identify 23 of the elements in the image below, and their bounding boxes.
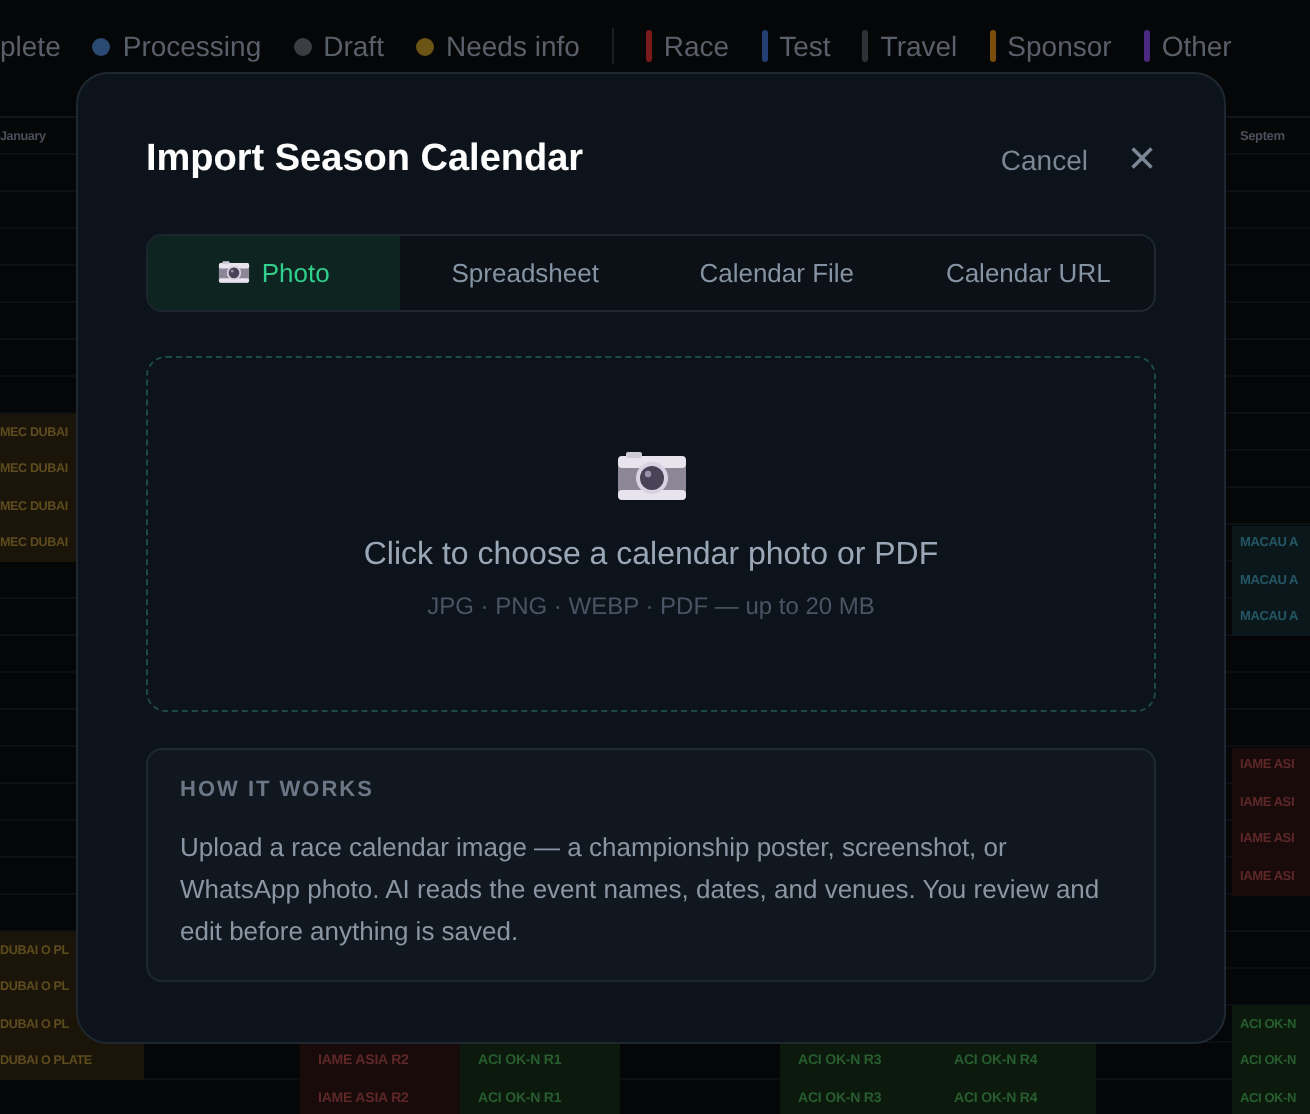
camera-icon — [217, 260, 250, 285]
close-button[interactable]: × — [1127, 135, 1156, 184]
legend-label: Travel — [880, 30, 958, 62]
format-hint: JPG · PNG · WEBP · PDF — up to 20 MB — [427, 591, 875, 620]
tab[interactable]: Photo — [148, 235, 400, 311]
tab[interactable]: Calendar URL — [902, 235, 1154, 311]
upload-dropzone[interactable]: Click to choose a calendar photo or PDF JPG · PNG · WEBP · PDF — up to 20 MB — [146, 356, 1156, 712]
camera-icon — [615, 449, 687, 502]
legend-label: Sponsor — [1007, 30, 1112, 62]
legend-label: Race — [663, 30, 730, 62]
legend-label: Needs info — [445, 30, 580, 62]
cancel-button[interactable]: Cancel — [1000, 143, 1088, 176]
info-text: Upload a race calendar image — a championship poster, screenshot, or WhatsApp photo. AI reads the event names, dates, and venues. You review and edit before anything is saved. — [180, 830, 1102, 950]
legend-label: plete — [0, 30, 61, 62]
legend-label: Draft — [323, 30, 384, 62]
legend-label: Other — [1161, 30, 1232, 62]
legend-label: Processing — [122, 30, 262, 62]
dialog-title: Import Season Calendar — [146, 137, 584, 182]
tab[interactable]: Calendar File — [651, 235, 903, 311]
tab[interactable]: Spreadsheet — [399, 235, 651, 311]
info-heading: HOW IT WORKS — [180, 778, 376, 802]
legend-label: Test — [779, 30, 831, 62]
dropzone-prompt: Click to choose a calendar photo or PDF — [363, 537, 939, 574]
